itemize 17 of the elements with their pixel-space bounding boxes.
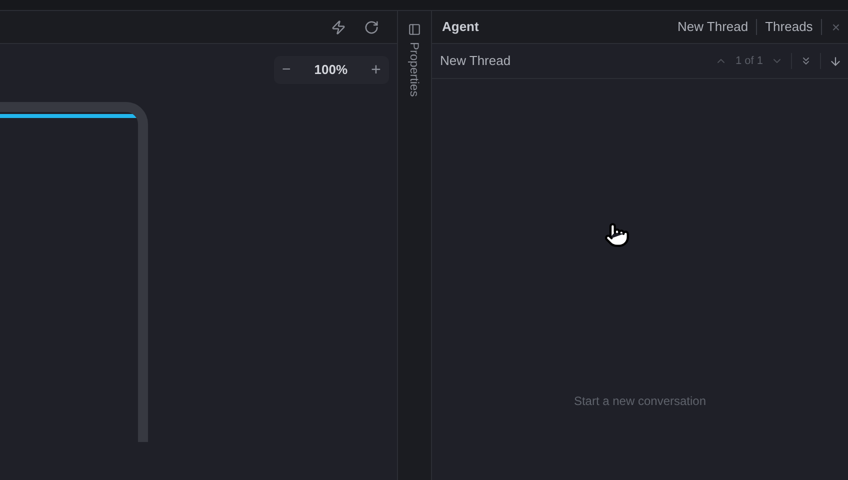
- zoom-level: 100%: [314, 61, 348, 80]
- panel-title: Agent: [442, 18, 479, 36]
- pointer-cursor-icon: [604, 221, 630, 249]
- refresh-icon[interactable]: [364, 20, 379, 34]
- zoom-out-button[interactable]: −: [282, 58, 291, 82]
- close-button[interactable]: ×: [830, 16, 842, 38]
- panel-icon[interactable]: [408, 23, 421, 36]
- header-button[interactable]: Threads: [765, 17, 813, 37]
- zoom-in-button[interactable]: +: [371, 57, 381, 83]
- double-chevron-icon[interactable]: [800, 55, 812, 67]
- thread-counter: 1 of 1: [735, 54, 763, 69]
- properties-tab[interactable]: Properties: [406, 42, 424, 97]
- thread-title: New Thread: [440, 52, 511, 70]
- empty-message: Start a new conversation: [574, 393, 706, 410]
- lightning-icon[interactable]: [331, 20, 346, 34]
- arrow-down-icon[interactable]: [829, 54, 842, 68]
- header-button[interactable]: New Thread: [678, 17, 748, 37]
